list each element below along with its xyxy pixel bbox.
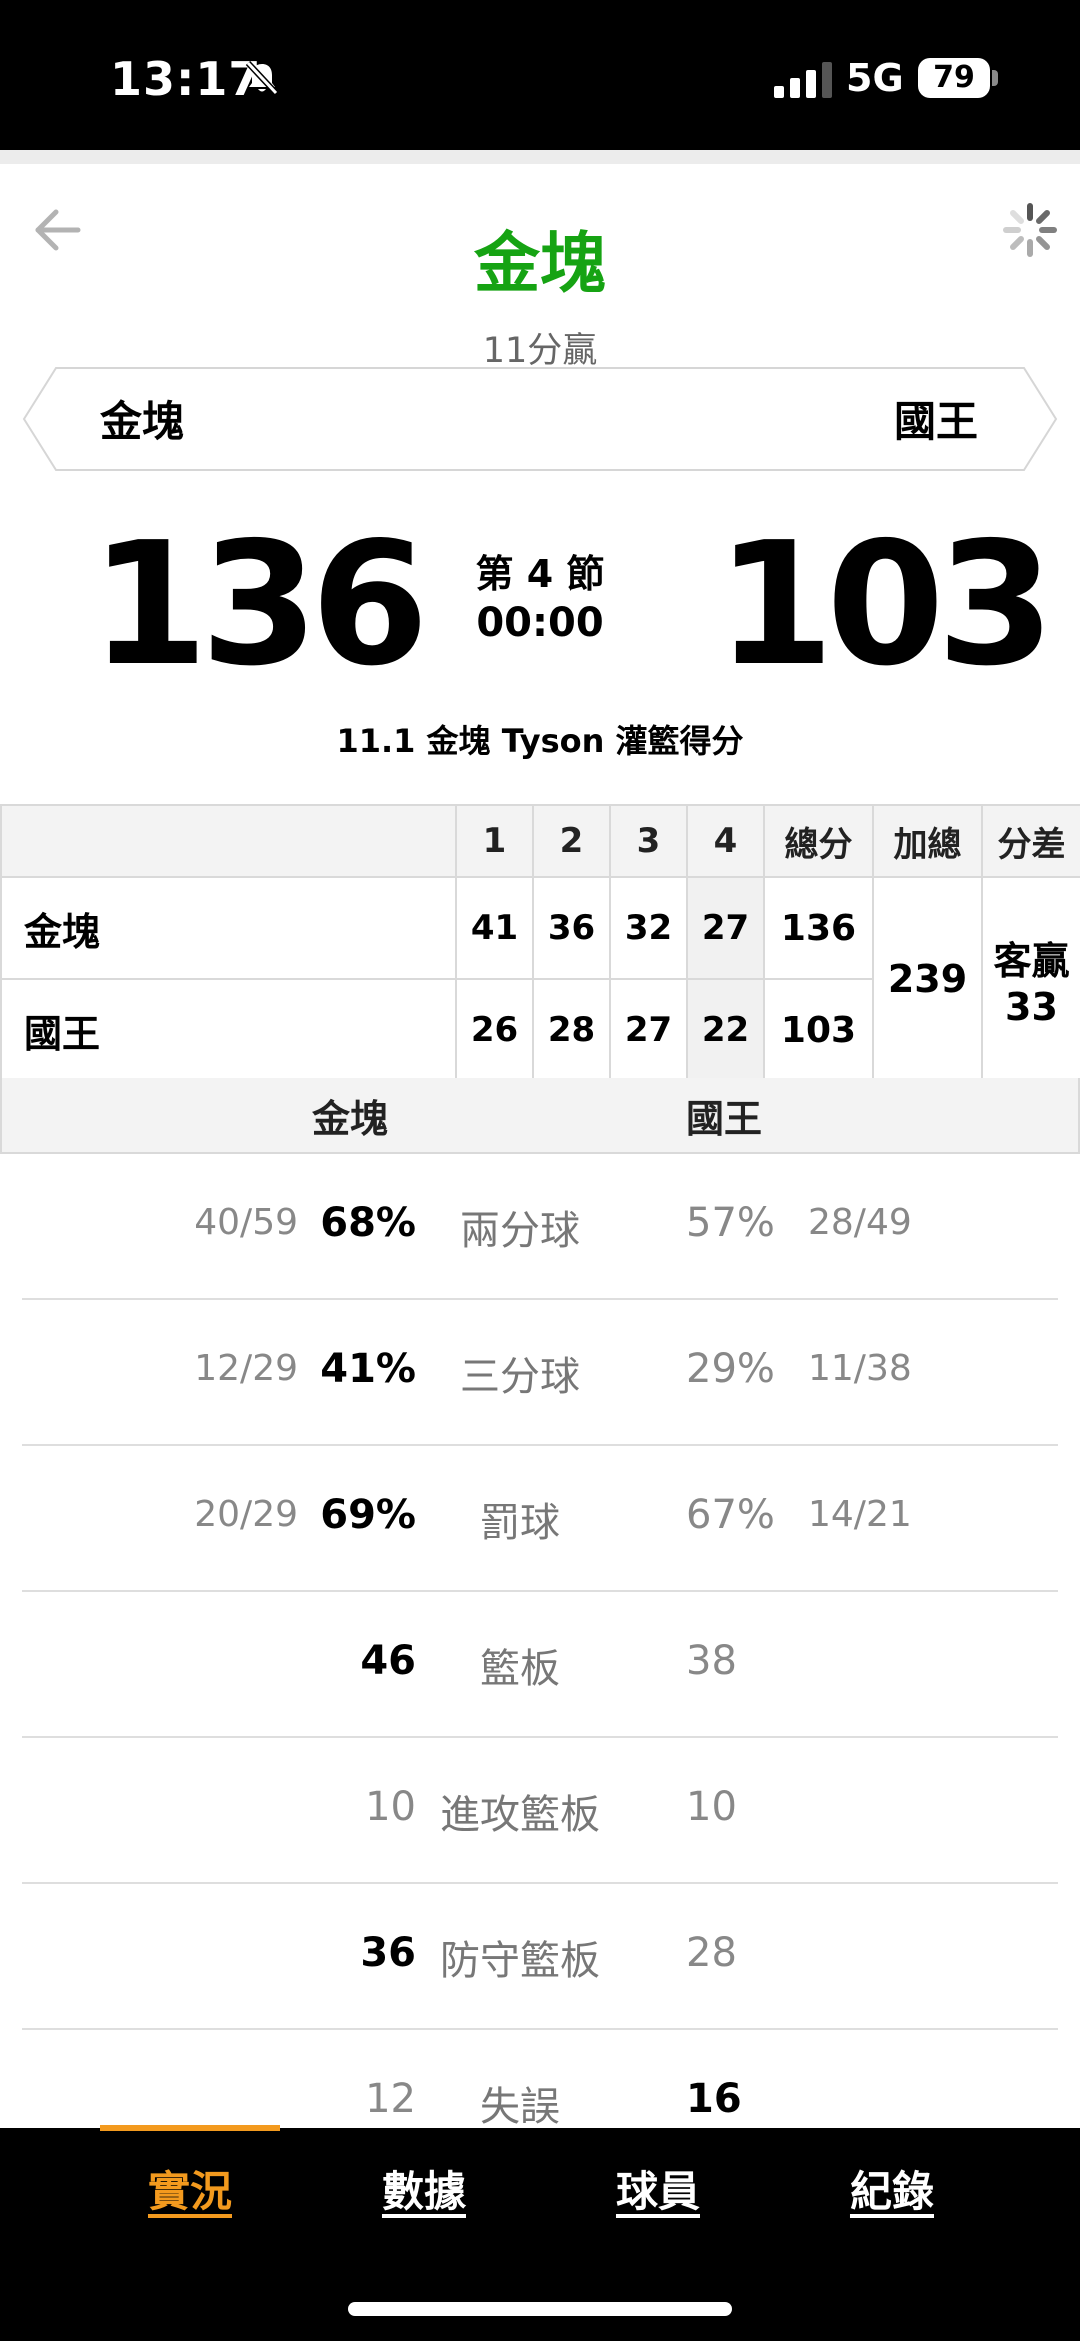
stat-right-value: 28 [686, 1930, 737, 1976]
box-header-cell: 4 [686, 804, 765, 878]
stat-row: 10 進攻籃板 10 [22, 1738, 1058, 1884]
battery-level: 79 [918, 58, 990, 98]
stat-label: 進攻籃板 [440, 1792, 600, 1838]
stat-left-value: 36 [360, 1930, 416, 1976]
stat-left-value: 12 [365, 2076, 416, 2122]
tab-stats[interactable]: 數據 [324, 2158, 524, 2219]
stat-left-value: 69% [320, 1492, 416, 1538]
stat-left-value: 68% [320, 1200, 416, 1246]
team-right-name[interactable]: 國王 [894, 388, 978, 449]
active-tab-indicator [100, 2125, 280, 2131]
box-combined-total: 239 [872, 876, 983, 1082]
stat-row: 40/59 68% 兩分球 57% 28/49 [22, 1154, 1058, 1300]
box-header-cell [0, 804, 457, 878]
signal-bars-icon [774, 62, 832, 98]
game-period: 第 4 節 [475, 552, 605, 596]
box-header-cell: 總分 [763, 804, 874, 878]
box-score-diff: 客贏 33 [981, 876, 1080, 1082]
box-header-row: 1 2 3 4 總分 加總 分差 [0, 804, 1080, 878]
box-header-cell: 3 [609, 804, 688, 878]
box-quarter-score: 28 [532, 978, 611, 1082]
diff-label: 客贏 [993, 938, 1070, 983]
stat-right-value: 38 [686, 1638, 737, 1684]
stat-right-value: 10 [686, 1784, 737, 1830]
box-quarter-score: 27 [686, 876, 765, 980]
box-quarter-score: 32 [609, 876, 688, 980]
game-clock: 00:00 [476, 600, 604, 646]
stat-label: 罰球 [480, 1500, 560, 1546]
stat-right-value: 67% [686, 1492, 775, 1538]
stat-left-value: 46 [360, 1638, 416, 1684]
box-quarter-score: 27 [609, 978, 688, 1082]
box-quarter-score: 26 [455, 978, 534, 1082]
team-stats-list: 40/59 68% 兩分球 57% 28/49 12/29 41% 三分球 29… [22, 1154, 1058, 2176]
stats-header: 金塊 國王 [0, 1078, 1080, 1154]
score-left: 136 [90, 506, 429, 704]
home-indicator[interactable] [348, 2302, 732, 2316]
box-score-table: 1 2 3 4 總分 加總 分差 金塊 41 36 32 27 136 239 … [0, 804, 1080, 1082]
diff-value: 33 [1005, 984, 1058, 1029]
stat-right-fraction: 11/38 [808, 1348, 912, 1389]
stats-header-right-team: 國王 [686, 1097, 763, 1141]
stat-label: 防守籃板 [440, 1938, 600, 1984]
stat-left-fraction: 40/59 [194, 1202, 298, 1243]
stat-row: 12/29 41% 三分球 29% 11/38 [22, 1300, 1058, 1446]
stat-right-fraction: 28/49 [808, 1202, 912, 1243]
battery-tip [992, 70, 998, 86]
stat-left-fraction: 20/29 [194, 1494, 298, 1535]
status-time: 13:17 [110, 52, 262, 106]
team-left-name[interactable]: 金塊 [100, 388, 184, 449]
stat-label: 兩分球 [460, 1208, 580, 1254]
stat-row: 46 籃板 38 [22, 1592, 1058, 1738]
header-divider [0, 150, 1080, 164]
stat-right-value: 16 [686, 2076, 742, 2122]
stats-header-left-team: 金塊 [312, 1097, 389, 1141]
box-total-score: 136 [763, 876, 874, 980]
box-row-team-left: 金塊 41 36 32 27 136 239 客贏 33 [0, 876, 1080, 1082]
box-quarter-score: 22 [686, 978, 765, 1082]
box-team-name: 金塊 [0, 876, 457, 980]
box-header-cell: 分差 [981, 804, 1080, 878]
box-header-cell: 2 [532, 804, 611, 878]
stat-left-fraction: 12/29 [194, 1348, 298, 1389]
box-quarter-score: 41 [455, 876, 534, 980]
box-total-score: 103 [763, 978, 874, 1082]
bell-slash-icon [245, 60, 279, 96]
stat-right-fraction: 14/21 [808, 1494, 912, 1535]
stat-label: 籃板 [480, 1646, 560, 1692]
last-play-text: 11.1 金塊 Tyson 灌籃得分 [336, 722, 744, 760]
box-header-cell: 加總 [872, 804, 983, 878]
stat-left-value: 41% [320, 1346, 416, 1392]
status-bar: 13:17 5G 79 [0, 0, 1080, 150]
tab-live[interactable]: 實況 [90, 2158, 290, 2219]
stat-left-value: 10 [365, 1784, 416, 1830]
stat-label: 失誤 [480, 2084, 560, 2130]
stat-row: 20/29 69% 罰球 67% 14/21 [22, 1446, 1058, 1592]
score-right: 103 [716, 506, 1055, 704]
box-team-name: 國王 [0, 978, 457, 1082]
stat-row: 36 防守籃板 28 [22, 1884, 1058, 2030]
box-quarter-score: 36 [532, 876, 611, 980]
stat-right-value: 57% [686, 1200, 775, 1246]
page-title: 金塊 [474, 225, 606, 302]
tab-records[interactable]: 紀錄 [792, 2158, 992, 2219]
stat-label: 三分球 [460, 1354, 580, 1400]
network-type: 5G [846, 56, 904, 100]
stat-right-value: 29% [686, 1346, 775, 1392]
tab-players[interactable]: 球員 [558, 2158, 758, 2219]
box-header-cell: 1 [455, 804, 534, 878]
